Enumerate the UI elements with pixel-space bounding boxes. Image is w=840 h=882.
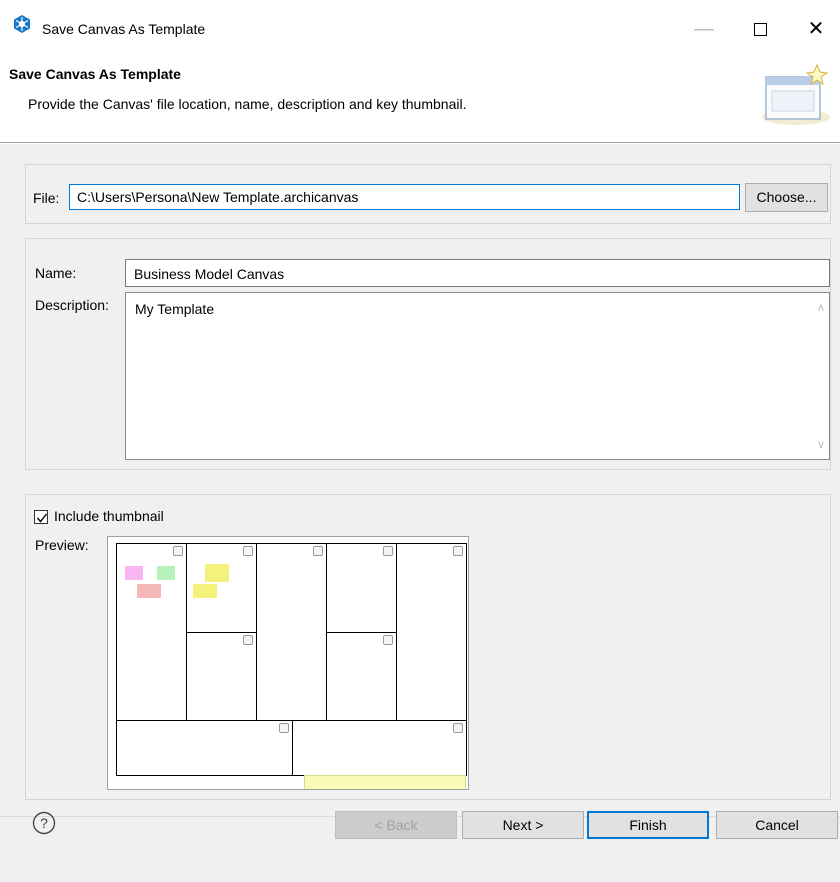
name-input[interactable]: Business Model Canvas — [125, 259, 830, 287]
canvas-cell-customer-segments — [396, 543, 467, 721]
close-button[interactable]: ✕ — [796, 14, 836, 44]
description-label: Description: — [35, 297, 109, 313]
canvas-cell-key-partners — [116, 543, 187, 721]
scroll-down-icon[interactable]: ∨ — [817, 438, 825, 451]
footnote-note — [304, 775, 466, 789]
file-path-input[interactable]: C:\Users\Persona\New Template.archicanva… — [69, 184, 740, 210]
scroll-up-icon[interactable]: ∧ — [817, 301, 825, 314]
next-button[interactable]: Next > — [462, 811, 584, 839]
minimize-button[interactable]: — — [684, 14, 724, 44]
canvas-cell-icon — [243, 635, 253, 645]
canvas-cell-icon — [453, 723, 463, 733]
maximize-button[interactable] — [740, 14, 780, 44]
header-separator-highlight — [0, 143, 840, 144]
preview-label: Preview: — [35, 537, 89, 553]
file-label: File: — [33, 190, 60, 206]
canvas-cell-value-propositions — [256, 543, 327, 721]
canvas-cell-revenue-streams — [292, 720, 467, 776]
canvas-cell-icon — [453, 546, 463, 556]
help-glyph: ? — [40, 815, 48, 831]
canvas-cell-key-activities — [186, 543, 257, 633]
canvas-cell-customer-relationships — [326, 543, 397, 633]
sticky-note — [193, 584, 217, 598]
template-wizard-icon — [762, 63, 830, 125]
header-title: Save Canvas As Template — [9, 66, 181, 82]
name-label: Name: — [35, 265, 77, 281]
description-textarea[interactable]: My Template ∧ ∨ — [125, 292, 830, 460]
maximize-icon — [753, 23, 767, 37]
canvas-cell-icon — [383, 546, 393, 556]
canvas-cell-icon — [383, 635, 393, 645]
sticky-note — [137, 584, 161, 598]
canvas-cell-icon — [173, 546, 183, 556]
description-text: My Template — [135, 301, 215, 317]
minimize-icon: — — [694, 18, 714, 40]
canvas-cell-icon — [279, 723, 289, 733]
window-title: Save Canvas As Template — [42, 21, 206, 37]
cancel-button[interactable]: Cancel — [716, 811, 838, 839]
sticky-note — [125, 566, 143, 580]
include-thumbnail-label[interactable]: Include thumbnail — [54, 508, 164, 524]
canvas-cell-cost-structure — [116, 720, 293, 776]
close-icon: ✕ — [807, 18, 825, 40]
canvas-cell-key-resources — [186, 632, 257, 721]
include-thumbnail-checkbox[interactable] — [34, 510, 48, 524]
canvas-cell-icon — [243, 546, 253, 556]
checkmark-icon — [36, 513, 48, 523]
finish-button[interactable]: Finish — [587, 811, 709, 839]
thumbnail-preview — [107, 536, 469, 790]
back-button[interactable]: < Back — [335, 811, 457, 839]
canvas-cell-channels — [326, 632, 397, 721]
header-description: Provide the Canvas' file location, name,… — [28, 96, 467, 112]
choose-button[interactable]: Choose... — [745, 183, 828, 212]
canvas-cell-icon — [313, 546, 323, 556]
sticky-note — [205, 564, 229, 582]
help-icon[interactable]: ? — [32, 811, 56, 835]
app-icon — [14, 15, 30, 33]
sticky-note — [157, 566, 175, 580]
